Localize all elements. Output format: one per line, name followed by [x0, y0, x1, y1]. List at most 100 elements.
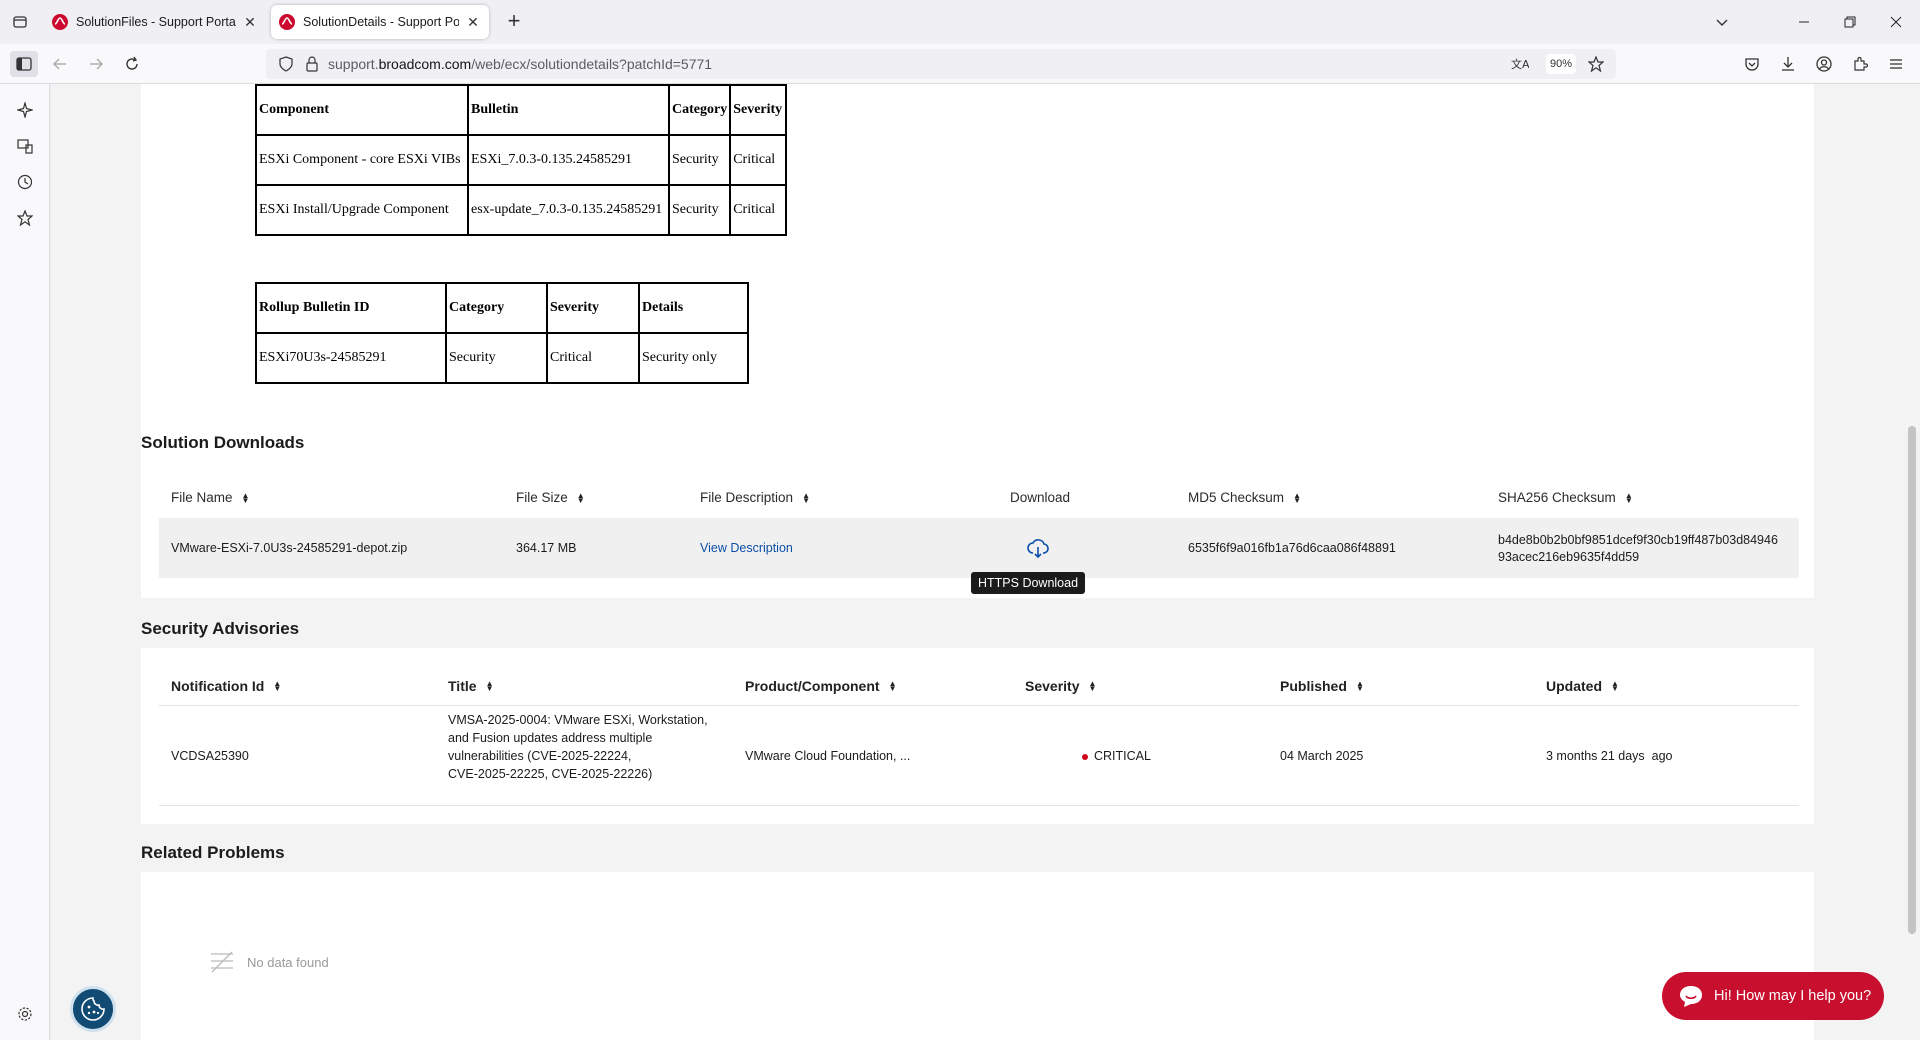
close-window-icon[interactable]: [1882, 8, 1910, 36]
column-header-md5[interactable]: MD5 Checksum ▲ ▼: [1188, 490, 1301, 505]
view-description-link[interactable]: View Description: [700, 541, 793, 555]
sort-icon[interactable]: ▲ ▼: [1625, 491, 1633, 504]
sort-icon[interactable]: ▲ ▼: [273, 680, 281, 693]
related-problems-heading: Related Problems: [141, 843, 285, 862]
account-icon[interactable]: [1812, 52, 1836, 76]
column-header-file-name[interactable]: File Name ▲ ▼: [171, 490, 250, 505]
sort-icon[interactable]: ▲ ▼: [577, 491, 585, 504]
sort-icon[interactable]: ▲ ▼: [242, 491, 250, 504]
browser-sidebar: [0, 84, 50, 1040]
scrollbar-thumb[interactable]: [1908, 426, 1916, 934]
table-cell: Critical: [729, 134, 788, 186]
sidebar-toggle-icon[interactable]: [10, 51, 38, 77]
lock-icon[interactable]: [300, 52, 324, 76]
file-size: 364.17 MB: [516, 541, 577, 555]
md5-checksum: 6535f6f9a016fb1a76d6caa086f48891: [1188, 541, 1396, 555]
bookmark-star-icon[interactable]: [1584, 52, 1608, 76]
table-cell: esx-update_7.0.3-0.135.24585291: [467, 184, 670, 236]
table-header: Details: [638, 282, 749, 334]
synced-tabs-icon[interactable]: [13, 134, 37, 158]
component-bulletin-table: Component Bulletin Category Severity ESX…: [255, 84, 788, 236]
sidebar-settings-gear-icon[interactable]: [13, 1002, 37, 1026]
table-header: Category: [445, 282, 548, 334]
tab-list-icon[interactable]: [8, 10, 32, 34]
zoom-level[interactable]: 90%: [1546, 54, 1576, 74]
history-icon[interactable]: [13, 170, 37, 194]
close-tab-icon[interactable]: ✕: [465, 14, 481, 30]
sort-icon[interactable]: ▲ ▼: [802, 491, 810, 504]
shield-icon[interactable]: [274, 52, 298, 76]
sort-icon[interactable]: ▲ ▼: [889, 680, 897, 693]
security-advisories-card: Notification Id ▲ ▼ Title ▲ ▼ Product/Compon…: [141, 648, 1814, 824]
translate-icon[interactable]: 文A: [1508, 52, 1532, 76]
advisory-title-link[interactable]: VMSA-2025-0004: VMware ESXi, Workstation…: [448, 711, 718, 783]
solution-downloads-card: File Name ▲ ▼ File Size ▲ ▼ File Description…: [141, 462, 1814, 598]
extensions-icon[interactable]: [1848, 52, 1872, 76]
table-cell: ESXi_7.0.3-0.135.24585291: [467, 134, 670, 186]
table-row: ESXi Install/Upgrade Component esx-updat…: [255, 184, 788, 236]
broadcom-favicon-icon: [279, 14, 295, 30]
empty-state: No data found: [209, 950, 329, 974]
download-tooltip: HTTPS Download: [971, 572, 1086, 594]
table-header: Component: [255, 84, 469, 136]
sort-icon[interactable]: ▲ ▼: [486, 680, 494, 693]
page-scrollbar[interactable]: [1904, 84, 1920, 1040]
table-row: ESXi Component - core ESXi VIBs ESXi_7.0…: [255, 134, 788, 186]
url-text: support.broadcom.com/web/ecx/solutiondet…: [328, 56, 713, 72]
table-cell: Security: [445, 332, 548, 384]
forward-arrow-icon[interactable]: [84, 52, 108, 76]
sort-icon[interactable]: ▲ ▼: [1293, 491, 1301, 504]
column-header-title[interactable]: Title ▲ ▼: [448, 678, 494, 694]
table-cell: Security: [667, 134, 732, 186]
solution-downloads-heading: Solution Downloads: [141, 433, 305, 452]
notification-id: VCDSA25390: [171, 749, 249, 763]
tab-title: SolutionDetails - Support Portal: [303, 15, 459, 29]
table-header: Rollup Bulletin ID: [255, 282, 447, 334]
column-header-published[interactable]: Published ▲ ▼: [1280, 678, 1364, 694]
column-header-sha256[interactable]: SHA256 Checksum ▲ ▼: [1498, 490, 1633, 505]
new-tab-button[interactable]: +: [502, 10, 526, 34]
table-row: VMware-ESXi-7.0U3s-24585291-depot.zip 36…: [159, 518, 1799, 578]
sort-icon[interactable]: ▲ ▼: [1088, 680, 1097, 693]
https-download-icon[interactable]: [1027, 538, 1049, 560]
svg-text:文A: 文A: [1511, 57, 1529, 71]
ai-chatbot-icon[interactable]: [13, 98, 37, 122]
downloads-icon[interactable]: [1776, 52, 1800, 76]
sort-icon[interactable]: ▲ ▼: [1356, 680, 1364, 693]
table-cell: Critical: [546, 332, 640, 384]
list-all-tabs-chevron-icon[interactable]: [1708, 8, 1736, 36]
product-component: VMware Cloud Foundation, ...: [745, 749, 911, 763]
column-header-updated[interactable]: Updated ▲ ▼: [1546, 678, 1619, 694]
sha256-checksum: b4de8b0b2b0bf9851dcef9f30cb19ff487b03d84…: [1498, 533, 1778, 564]
reload-icon[interactable]: [120, 52, 144, 76]
table-cell: Security only: [638, 332, 749, 384]
table-header: Bulletin: [467, 84, 670, 136]
chat-bubble-icon: [1680, 986, 1702, 1007]
chat-assistant-button[interactable]: Hi! How may I help you?: [1662, 972, 1884, 1020]
updated-date: 3 months 21 days ago: [1546, 749, 1673, 763]
column-header-file-description[interactable]: File Description ▲ ▼: [700, 490, 810, 505]
divider: [159, 805, 1799, 806]
cookie-settings-button[interactable]: [70, 986, 116, 1032]
table-header: Category: [667, 84, 732, 136]
minimize-icon[interactable]: [1790, 8, 1818, 36]
back-arrow-icon[interactable]: [48, 52, 72, 76]
sort-icon[interactable]: ▲ ▼: [1611, 680, 1619, 693]
no-data-text: No data found: [247, 954, 329, 970]
tab-solution-details[interactable]: SolutionDetails - Support Portal ✕: [271, 5, 489, 39]
pocket-icon[interactable]: [1740, 52, 1764, 76]
menu-icon[interactable]: [1884, 52, 1908, 76]
bookmarks-icon[interactable]: [13, 206, 37, 230]
column-header-notification-id[interactable]: Notification Id ▲ ▼: [171, 678, 281, 694]
close-tab-icon[interactable]: ✕: [242, 14, 258, 30]
published-date: 04 March 2025: [1280, 749, 1364, 763]
column-header-product[interactable]: Product/Component ▲ ▼: [745, 678, 897, 694]
restore-icon[interactable]: [1836, 8, 1864, 36]
column-header-severity[interactable]: Severity ▲ ▼: [1025, 678, 1096, 694]
column-header-file-size[interactable]: File Size ▲ ▼: [516, 490, 585, 505]
tab-solution-files[interactable]: SolutionFiles - Support Portal - ✕: [44, 5, 266, 39]
page-content: Component Bulletin Category Severity ESX…: [51, 84, 1904, 1040]
url-bar[interactable]: support.broadcom.com/web/ecx/solutiondet…: [266, 49, 1616, 79]
table-cell: ESXi Install/Upgrade Component: [255, 184, 469, 236]
rollup-bulletin-table: Rollup Bulletin ID Category Severity Det…: [255, 282, 749, 384]
